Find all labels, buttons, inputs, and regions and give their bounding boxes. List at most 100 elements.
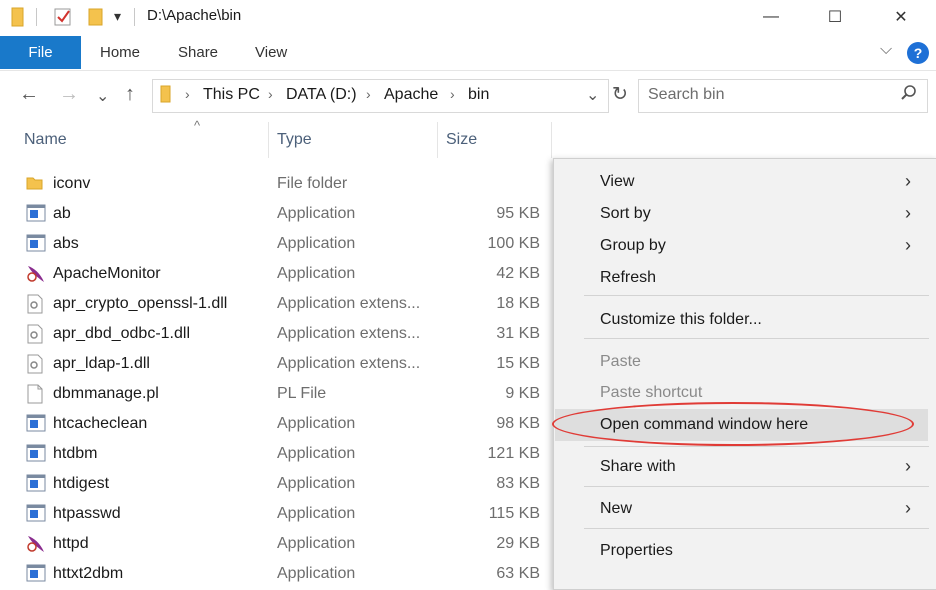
file-type: Application xyxy=(277,205,356,222)
app-icon xyxy=(26,204,46,224)
breadcrumb-bin[interactable]: bin xyxy=(468,86,489,104)
expand-ribbon-chevron-icon[interactable]: ⌵ xyxy=(880,41,892,59)
column-divider[interactable] xyxy=(437,122,438,158)
refresh-icon[interactable]: ↻ xyxy=(612,83,628,106)
menu-item-view[interactable]: View xyxy=(600,173,634,191)
new-folder-icon[interactable] xyxy=(88,7,104,32)
submenu-arrow-icon: › xyxy=(905,456,911,476)
up-arrow-icon[interactable]: ↑ xyxy=(125,83,135,106)
apache-feather-icon xyxy=(26,534,44,554)
menu-item-new[interactable]: New xyxy=(600,500,632,518)
file-row[interactable]: htdigest Application 83 KB xyxy=(0,470,552,500)
file-name: httpd xyxy=(53,535,89,552)
properties-check-icon[interactable] xyxy=(54,7,72,32)
breadcrumb-apache[interactable]: Apache xyxy=(384,86,438,104)
app-icon xyxy=(26,474,46,494)
file-row[interactable]: httpd Application 29 KB xyxy=(0,530,552,560)
submenu-arrow-icon: › xyxy=(905,235,911,255)
file-name: apr_dbd_odbc-1.dll xyxy=(53,325,190,342)
minimize-button[interactable]: — xyxy=(748,0,794,33)
file-row[interactable]: htcacheclean Application 98 KB xyxy=(0,410,552,440)
breadcrumb-this-pc[interactable]: This PC xyxy=(203,86,260,104)
file-size: 18 KB xyxy=(496,295,540,312)
file-row[interactable]: httxt2dbm Application 63 KB xyxy=(0,560,552,590)
breadcrumb-separator-icon[interactable]: › xyxy=(450,86,455,102)
file-row[interactable]: apr_dbd_odbc-1.dll Application extens... 3… xyxy=(0,320,552,350)
recent-locations-chevron-icon[interactable]: ⌄ xyxy=(96,86,109,106)
menu-item-customize-folder[interactable]: Customize this folder... xyxy=(600,311,762,329)
file-size: 115 KB xyxy=(488,505,540,522)
file-row[interactable]: ab Application 95 KB xyxy=(0,200,552,230)
file-row[interactable]: htpasswd Application 115 KB xyxy=(0,500,552,530)
folder-icon[interactable] xyxy=(11,7,25,32)
file-type: Application xyxy=(277,475,356,492)
breadcrumb-separator-icon[interactable]: › xyxy=(268,86,273,102)
file-name: htdbm xyxy=(53,445,98,462)
menu-item-share-with[interactable]: Share with xyxy=(600,458,676,476)
file-name: apr_ldap-1.dll xyxy=(53,355,150,372)
file-type: Application xyxy=(277,265,356,282)
menu-separator xyxy=(584,486,929,487)
file-type: Application xyxy=(277,445,356,462)
tab-file[interactable]: File xyxy=(0,36,81,69)
column-header-size[interactable]: Size xyxy=(446,131,477,149)
close-button[interactable]: ✕ xyxy=(878,0,924,33)
file-name: abs xyxy=(53,235,79,252)
app-icon xyxy=(26,414,46,434)
column-header-type[interactable]: Type xyxy=(277,131,312,149)
file-row[interactable]: dbmmanage.pl PL File 9 KB xyxy=(0,380,552,410)
app-icon xyxy=(26,234,46,254)
search-placeholder: Search bin xyxy=(648,86,725,103)
menu-item-properties[interactable]: Properties xyxy=(600,542,673,560)
search-icon[interactable] xyxy=(900,84,918,107)
file-row[interactable]: apr_ldap-1.dll Application extens... 15 KB xyxy=(0,350,552,380)
menu-item-paste[interactable]: Paste xyxy=(600,353,641,371)
file-row[interactable]: abs Application 100 KB xyxy=(0,230,552,260)
folder-icon xyxy=(26,174,44,194)
column-divider[interactable] xyxy=(268,122,269,158)
file-size: 100 KB xyxy=(487,235,540,252)
file-type: Application xyxy=(277,235,356,252)
tab-share[interactable]: Share xyxy=(178,44,218,61)
window-title: D:\Apache\bin xyxy=(147,7,242,24)
file-size: 121 KB xyxy=(487,445,540,462)
breadcrumb-separator-icon[interactable]: › xyxy=(185,86,190,102)
customize-toolbar-dropdown[interactable]: ▾ xyxy=(114,8,121,25)
app-icon xyxy=(26,504,46,524)
file-name: iconv xyxy=(53,175,91,192)
forward-arrow-icon[interactable]: → xyxy=(59,83,79,106)
address-dropdown-chevron-icon[interactable]: ⌄ xyxy=(586,85,599,105)
tab-home[interactable]: Home xyxy=(100,44,140,61)
file-row[interactable]: ApacheMonitor Application 42 KB xyxy=(0,260,552,290)
dll-icon xyxy=(26,354,44,374)
file-type: Application xyxy=(277,415,356,432)
file-size: 9 KB xyxy=(505,385,540,402)
file-size: 98 KB xyxy=(496,415,540,432)
divider xyxy=(134,8,135,26)
divider xyxy=(36,8,37,26)
column-divider[interactable] xyxy=(551,122,552,158)
file-size: 42 KB xyxy=(496,265,540,282)
file-row[interactable]: htdbm Application 121 KB xyxy=(0,440,552,470)
submenu-arrow-icon: › xyxy=(905,171,911,191)
menu-item-refresh[interactable]: Refresh xyxy=(600,269,656,287)
file-name: ab xyxy=(53,205,71,222)
menu-item-sort-by[interactable]: Sort by xyxy=(600,205,651,223)
help-button[interactable]: ? xyxy=(907,42,929,64)
apache-feather-icon xyxy=(26,264,44,284)
file-size: 29 KB xyxy=(496,535,540,552)
file-row[interactable]: iconv File folder xyxy=(0,170,552,200)
file-row[interactable]: apr_crypto_openssl-1.dll Application exte… xyxy=(0,290,552,320)
file-size: 15 KB xyxy=(496,355,540,372)
menu-item-paste-shortcut[interactable]: Paste shortcut xyxy=(600,384,702,402)
breadcrumb-data-drive[interactable]: DATA (D:) xyxy=(286,86,357,104)
column-header-name[interactable]: Name xyxy=(24,131,67,149)
back-arrow-icon[interactable]: ← xyxy=(19,83,39,106)
tab-view[interactable]: View xyxy=(255,44,287,61)
app-icon xyxy=(26,444,46,464)
file-icon xyxy=(26,384,44,404)
breadcrumb-separator-icon[interactable]: › xyxy=(366,86,371,102)
maximize-button[interactable]: ☐ xyxy=(812,0,858,33)
menu-item-group-by[interactable]: Group by xyxy=(600,237,666,255)
folder-icon xyxy=(160,85,172,108)
